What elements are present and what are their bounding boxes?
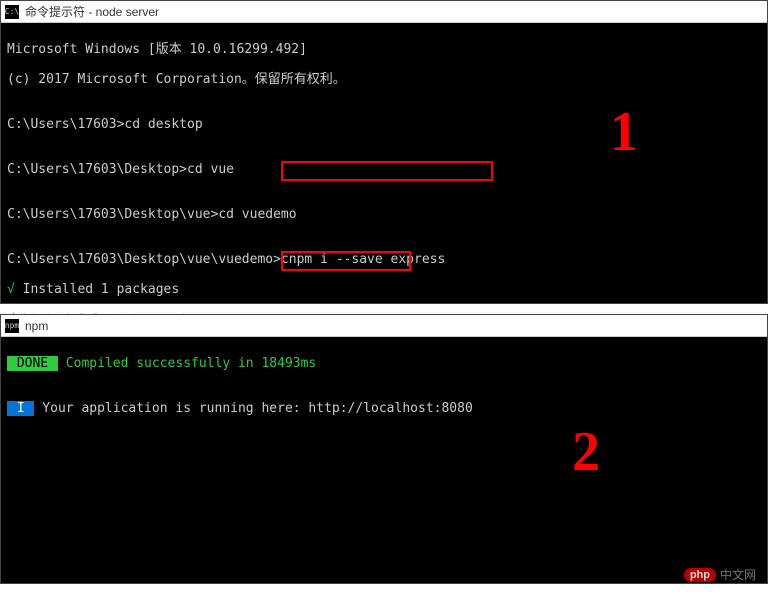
- term1-line: C:\Users\17603\Desktop\vue\vuedemo>cnpm …: [7, 252, 761, 267]
- cmd-window-1: C:\ 命令提示符 - node server Microsoft Window…: [0, 0, 768, 304]
- terminal-body-2[interactable]: DONE Compiled successfully in 18493ms I …: [1, 337, 767, 583]
- titlebar-2[interactable]: npm npm: [1, 315, 767, 337]
- term1-line: C:\Users\17603\Desktop\vue>cd vuedemo: [7, 207, 761, 222]
- term1-line: C:\Users\17603\Desktop>cd vue: [7, 162, 761, 177]
- info-badge: I: [7, 401, 34, 416]
- term2-line: DONE Compiled successfully in 18493ms: [7, 356, 761, 371]
- title-text-2: npm: [25, 319, 48, 333]
- title-text-1: 命令提示符 - node server: [25, 3, 159, 20]
- npm-icon: npm: [5, 319, 19, 333]
- checkmark-icon: √: [7, 282, 15, 297]
- term1-line: (c) 2017 Microsoft Corporation。保留所有权利。: [7, 72, 761, 87]
- term2-line: I Your application is running here: http…: [7, 401, 761, 416]
- terminal-body-1[interactable]: Microsoft Windows [版本 10.0.16299.492] (c…: [1, 23, 767, 303]
- term1-line: C:\Users\17603>cd desktop: [7, 117, 761, 132]
- term1-line: Microsoft Windows [版本 10.0.16299.492]: [7, 42, 761, 57]
- watermark-badge: php: [684, 568, 716, 582]
- term1-line: √ Installed 1 packages: [7, 282, 761, 297]
- cmd-window-2: npm npm DONE Compiled successfully in 18…: [0, 314, 768, 584]
- watermark: php 中文网: [684, 566, 756, 583]
- titlebar-1[interactable]: C:\ 命令提示符 - node server: [1, 1, 767, 23]
- cmd-icon: C:\: [5, 5, 19, 19]
- watermark-text: 中文网: [720, 566, 756, 583]
- done-badge: DONE: [7, 356, 58, 371]
